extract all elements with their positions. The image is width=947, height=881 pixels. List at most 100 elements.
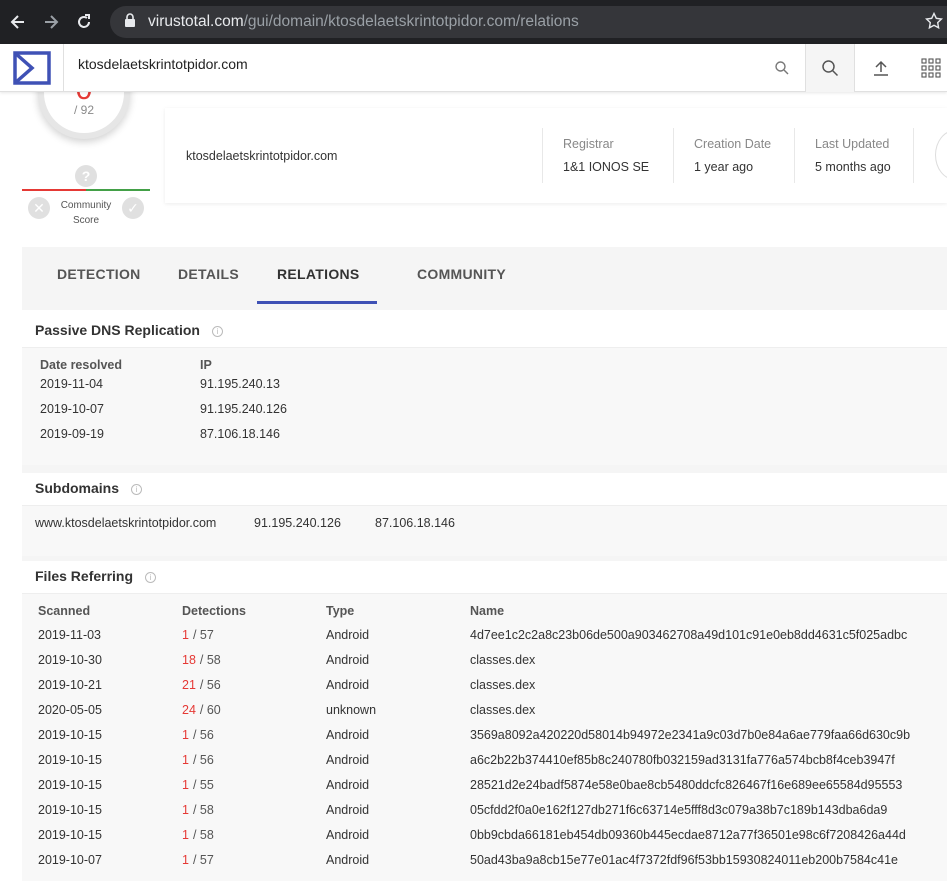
detection-ratio: 1/ 58	[182, 798, 214, 823]
virustotal-logo-icon[interactable]	[12, 50, 52, 86]
files-referring-section: Files Referring i Scanned Detections Type…	[22, 561, 947, 881]
detection-ratio: 1/ 57	[182, 848, 214, 873]
detection-ratio: 1/ 55	[182, 773, 214, 798]
ip-link[interactable]: 91.195.240.126	[200, 397, 287, 422]
file-type: Android	[326, 828, 370, 842]
detection-total: / 55	[192, 778, 214, 792]
table-header: Scanned Detections Type Name	[38, 604, 505, 618]
tab-bar: DETECTION DETAILS RELATIONS COMMUNITY	[22, 247, 947, 310]
search-inline-icon[interactable]	[757, 44, 807, 92]
date-resolved: 2019-10-07	[40, 402, 104, 416]
date-resolved: 2019-11-04	[40, 377, 104, 391]
community-bar-positive	[86, 189, 150, 191]
table-row[interactable]: 2019-10-21 21/ 56 Android classes.dex	[22, 673, 947, 698]
detection-ratio: 1/ 58	[182, 823, 214, 848]
browser-toolbar: virustotal.com/gui/domain/ktosdelaetskri…	[0, 0, 947, 44]
file-name-link[interactable]: 28521d2e24badf5874e58e0bae8cb5480ddcfc82…	[470, 773, 902, 798]
table-row[interactable]: 2019-10-15 1/ 56 Android a6c2b22b374410ef85…	[22, 748, 947, 773]
detection-count: 24	[182, 703, 196, 717]
detection-ratio: 1/ 56	[182, 748, 214, 773]
scanned-date: 2019-10-21	[38, 678, 102, 692]
info-icon[interactable]: i	[145, 572, 157, 583]
detection-total: / 57	[192, 628, 214, 642]
search-input[interactable]: ktosdelaetskrintotpidor.com	[78, 56, 248, 72]
file-name-link[interactable]: 05cfdd2f0a0e162f127db271f6c63714e5fff8d3…	[470, 798, 887, 823]
tab-community[interactable]: COMMUNITY	[417, 247, 506, 310]
table-row: www.ktosdelaetskrintotpidor.com 91.195.24…	[22, 511, 947, 536]
scanned-date: 2019-10-15	[38, 778, 102, 792]
detection-ratio: 24/ 60	[182, 698, 221, 723]
table-row[interactable]: 2019-10-15 1/ 55 Android 28521d2e24badf5874…	[22, 773, 947, 798]
info-icon[interactable]: i	[211, 326, 223, 337]
file-name-link[interactable]: 0bb9cbda66181eb454db09360b445ecdae8712a7…	[470, 823, 906, 848]
back-icon[interactable]	[3, 7, 33, 37]
ip-link[interactable]: 87.106.18.146	[375, 511, 455, 536]
table-row[interactable]: 2020-05-05 24/ 60 unknown classes.dex	[22, 698, 947, 723]
detection-total: / 56	[192, 728, 214, 742]
file-name-link[interactable]: 4d7ee1c2c2a8c23b06de500a903462708a49d101…	[470, 623, 907, 648]
domain-avatar	[935, 130, 947, 180]
reload-icon[interactable]	[69, 7, 99, 37]
detection-count: 1	[182, 753, 189, 767]
date-resolved: 2019-09-19	[40, 427, 104, 441]
table-row[interactable]: 2019-10-15 1/ 58 Android 05cfdd2f0a0e162f12…	[22, 798, 947, 823]
scanned-date: 2019-10-15	[38, 803, 102, 817]
table-row[interactable]: 2019-10-30 18/ 58 Android classes.dex	[22, 648, 947, 673]
subdomain-link[interactable]: www.ktosdelaetskrintotpidor.com	[35, 511, 216, 536]
active-tab-indicator	[257, 301, 377, 304]
domain-info-card: ktosdelaetskrintotpidor.com Registrar 1&…	[165, 108, 947, 203]
file-type: Android	[326, 728, 370, 742]
vote-harmful-icon[interactable]: ✕	[28, 197, 50, 219]
detection-total: / 58	[192, 828, 214, 842]
ip-link[interactable]: 91.195.240.13	[200, 372, 280, 397]
tab-detection[interactable]: DETECTION	[57, 247, 141, 310]
file-type: Android	[326, 853, 370, 867]
creation-date-field: Creation Date 1 year ago	[673, 128, 771, 183]
table-row[interactable]: 2019-10-15 1/ 58 Android 0bb9cbda66181eb454…	[22, 823, 947, 848]
file-name-link[interactable]: classes.dex	[470, 698, 535, 723]
forward-icon[interactable]	[36, 7, 66, 37]
apps-grid-icon[interactable]	[906, 44, 947, 92]
passive-dns-table: Date resolved IP 2019-11-04 91.195.240.13…	[22, 348, 947, 465]
detection-total: / 92	[73, 103, 94, 117]
scanned-date: 2019-10-30	[38, 653, 102, 667]
file-type: Android	[326, 803, 370, 817]
section-title: Passive DNS Replication i	[35, 322, 223, 338]
search-button-icon[interactable]	[805, 44, 855, 92]
community-bar-negative	[22, 189, 86, 191]
table-row[interactable]: 2019-10-07 1/ 57 Android 50ad43ba9a8cb15e77…	[22, 848, 947, 873]
vote-harmless-icon[interactable]: ✓	[122, 197, 144, 219]
table-row: 2019-11-04 91.195.240.13	[22, 372, 947, 397]
file-name-link[interactable]: 50ad43ba9a8cb15e77e01ac4f7372fdf96f53bb1…	[470, 848, 898, 873]
file-type: Android	[326, 778, 370, 792]
header-divider	[63, 44, 64, 92]
ip-link[interactable]: 87.106.18.146	[200, 422, 280, 447]
file-name-link[interactable]: a6c2b22b374410ef85b8c240780fb032159ad313…	[470, 748, 895, 773]
file-name-link[interactable]: classes.dex	[470, 673, 535, 698]
domain-name: ktosdelaetskrintotpidor.com	[186, 149, 338, 163]
passive-dns-section: Passive DNS Replication i Date resolved I…	[22, 310, 947, 465]
upload-icon[interactable]	[856, 44, 906, 92]
table-row[interactable]: 2019-10-15 1/ 56 Android 3569a8092a420220d5…	[22, 723, 947, 748]
address-bar[interactable]: virustotal.com/gui/domain/ktosdelaetskri…	[110, 6, 947, 38]
detection-ratio: 18/ 58	[182, 648, 221, 673]
ip-link[interactable]: 91.195.240.126	[254, 511, 341, 536]
file-name-link[interactable]: classes.dex	[470, 648, 535, 673]
section-gap	[22, 465, 947, 473]
tab-details[interactable]: DETAILS	[178, 247, 239, 310]
scanned-date: 2019-10-07	[38, 853, 102, 867]
url-text: virustotal.com/gui/domain/ktosdelaetskri…	[148, 13, 579, 30]
table-row[interactable]: 2019-11-03 1/ 57 Android 4d7ee1c2c2a8c23b06…	[22, 623, 947, 648]
bookmark-star-icon[interactable]	[924, 11, 944, 35]
community-score-label: Community Score	[60, 200, 112, 226]
file-name-link[interactable]: 3569a8092a420220d58014b94972e2341a9c03d7…	[470, 723, 910, 748]
info-icon[interactable]: i	[131, 484, 143, 495]
detection-count: 1	[182, 853, 189, 867]
scanned-date: 2019-11-03	[38, 628, 102, 642]
detection-total: / 56	[192, 753, 214, 767]
lock-icon	[124, 12, 136, 32]
detection-count: 1	[182, 778, 189, 792]
file-type: Android	[326, 653, 370, 667]
detection-count: 1	[182, 628, 189, 642]
detection-count: 1	[182, 828, 189, 842]
